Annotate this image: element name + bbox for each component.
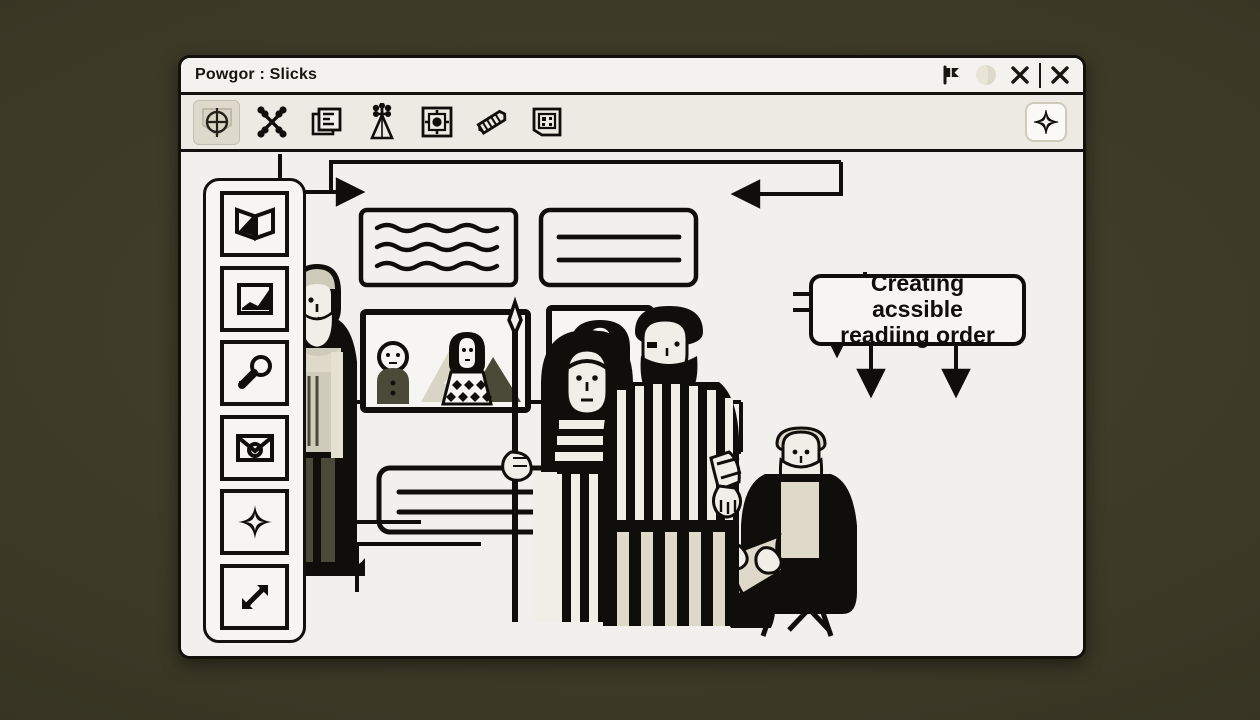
close-icon[interactable] bbox=[1003, 59, 1037, 92]
sidebar-item-sparkle[interactable] bbox=[220, 489, 289, 556]
layers-stack-icon[interactable] bbox=[303, 100, 350, 145]
sidebar-item-mail[interactable] bbox=[220, 414, 289, 481]
canvas-work-area[interactable]: Creating acssible readiing order Working… bbox=[181, 152, 1083, 656]
sidebar-item-map[interactable] bbox=[220, 191, 289, 257]
application-window: Powgor : Slicks Creating acssible readii… bbox=[178, 55, 1086, 659]
crossed-bones-icon[interactable] bbox=[248, 100, 295, 145]
sidebar-item-resize[interactable] bbox=[220, 563, 289, 630]
text-block-wavy bbox=[358, 207, 519, 288]
toolbar bbox=[181, 95, 1083, 152]
pencil-ruler-icon[interactable] bbox=[468, 100, 515, 145]
moon-phase-icon[interactable] bbox=[969, 59, 1003, 92]
title-bar: Powgor : Slicks bbox=[181, 58, 1083, 95]
sidebar-item-chart[interactable] bbox=[220, 265, 289, 332]
callout-reading-order[interactable]: Creating acssible readiing order bbox=[809, 270, 1026, 348]
diagram-canvas bbox=[252, 154, 971, 637]
target-shield-icon[interactable] bbox=[193, 99, 240, 145]
figure-seated-elder bbox=[720, 426, 857, 637]
image-thumb-landscape bbox=[360, 309, 531, 413]
sidebar-item-inspect[interactable] bbox=[220, 340, 289, 407]
qr-panel-icon[interactable] bbox=[523, 100, 570, 145]
sparkle-icon[interactable] bbox=[1025, 102, 1067, 142]
antenna-tower-icon[interactable] bbox=[358, 100, 405, 145]
sidebar-tool-rail bbox=[203, 178, 306, 643]
window-title: Powgor : Slicks bbox=[195, 66, 318, 83]
title-bar-divider bbox=[1039, 62, 1041, 88]
flag-bookmark-icon[interactable] bbox=[935, 59, 969, 92]
text-block-straight bbox=[538, 207, 699, 288]
close-window-icon[interactable] bbox=[1043, 59, 1077, 92]
gear-frame-icon[interactable] bbox=[413, 100, 460, 145]
